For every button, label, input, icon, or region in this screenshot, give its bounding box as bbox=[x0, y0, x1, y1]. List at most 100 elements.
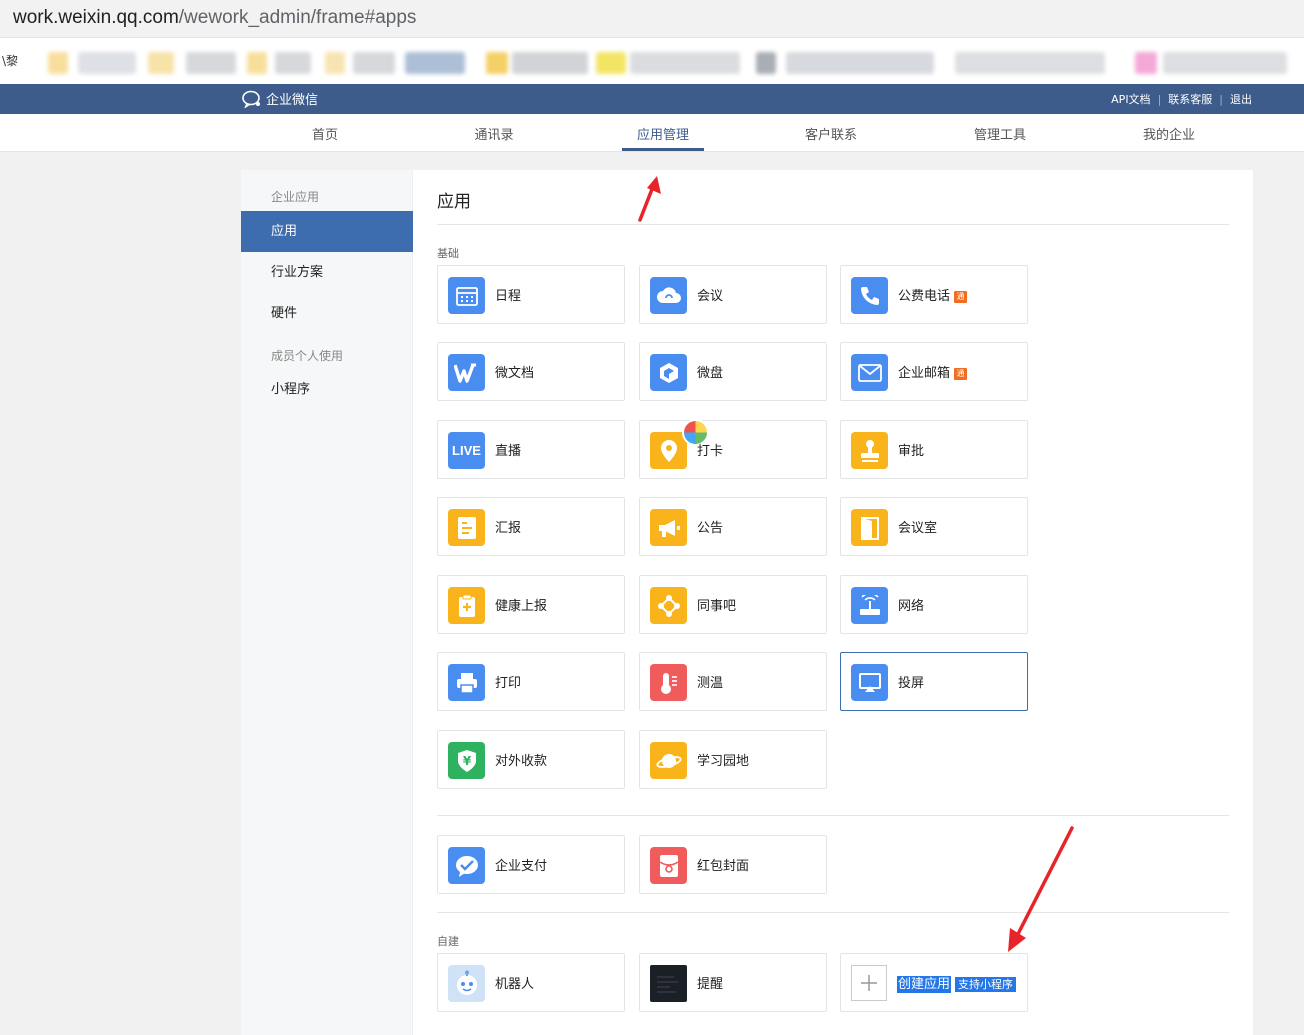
app-card-mail[interactable]: 企业邮箱通 bbox=[840, 342, 1028, 401]
nodes-icon bbox=[650, 587, 687, 624]
app-card-phone[interactable]: 公费电话通 bbox=[840, 265, 1028, 324]
bookmark-blurred[interactable] bbox=[405, 52, 465, 74]
printer-icon bbox=[448, 664, 485, 701]
calendar-icon bbox=[448, 277, 485, 314]
main-nav: 首页 通讯录 应用管理 客户联系 管理工具 我的企业 bbox=[0, 114, 1304, 152]
app-card-reminder[interactable]: 提醒 bbox=[639, 953, 827, 1012]
app-card-checkin[interactable]: 打卡 bbox=[639, 419, 827, 479]
bookmark-blurred[interactable] bbox=[48, 52, 68, 74]
app-card-announcement[interactable]: 公告 bbox=[639, 497, 827, 556]
bookmark-blurred[interactable] bbox=[630, 52, 740, 74]
app-label: 公告 bbox=[697, 521, 724, 536]
wecom-logo-icon bbox=[242, 90, 260, 108]
yuan-shield-icon: ¥ bbox=[448, 742, 485, 779]
bookmark-blurred[interactable] bbox=[148, 52, 174, 74]
app-card-robot[interactable]: 机器人 bbox=[437, 953, 625, 1012]
nav-contacts[interactable]: 通讯录 bbox=[444, 124, 544, 143]
app-label: 健康上报 bbox=[495, 599, 548, 614]
app-label: 企业支付 bbox=[495, 859, 548, 874]
browser-address-bar[interactable]: work.weixin.qq.com/wework_admin/frame#ap… bbox=[0, 0, 1304, 38]
sidebar-item-industry-solutions[interactable]: 行业方案 bbox=[241, 252, 413, 293]
bookmark-blurred[interactable] bbox=[486, 52, 508, 74]
app-card-meeting[interactable]: 会议 bbox=[639, 265, 827, 324]
app-card-external-payment[interactable]: ¥ 对外收款 bbox=[437, 730, 625, 789]
bookmark-blurred[interactable] bbox=[955, 52, 1105, 74]
create-app-label: 创建应用 支持小程序 bbox=[897, 973, 1017, 993]
bookmark-blurred[interactable] bbox=[596, 52, 626, 74]
app-card-approval[interactable]: 审批 bbox=[840, 420, 1028, 479]
router-icon bbox=[851, 587, 888, 624]
top-header: 企业微信 API文档 | 联系客服 | 退出 bbox=[0, 84, 1304, 114]
sidebar-item-hardware[interactable]: 硬件 bbox=[241, 293, 413, 334]
sidebar-item-mini-programs[interactable]: 小程序 bbox=[241, 369, 413, 410]
bookmark-blurred[interactable] bbox=[186, 52, 236, 74]
app-label: 测温 bbox=[697, 676, 724, 691]
pay-bubble-icon bbox=[448, 847, 485, 884]
app-card-health-report[interactable]: 健康上报 bbox=[437, 575, 625, 634]
bookmark-blurred[interactable] bbox=[756, 52, 776, 74]
app-card-report[interactable]: 汇报 bbox=[437, 497, 625, 556]
bookmark-blurred[interactable] bbox=[325, 52, 345, 74]
app-card-red-envelope-cover[interactable]: 企业支付 红包封面 bbox=[639, 835, 827, 894]
bookmark-first[interactable]: \黎 bbox=[2, 52, 18, 69]
header-links: API文档 | 联系客服 | 退出 bbox=[1111, 91, 1252, 107]
wecom-logo[interactable]: 企业微信 bbox=[241, 89, 318, 108]
create-app-button[interactable]: 创建应用 支持小程序 bbox=[840, 953, 1028, 1012]
nav-customer-contact[interactable]: 客户联系 bbox=[781, 124, 881, 143]
nav-home[interactable]: 首页 bbox=[275, 124, 375, 143]
app-label: 汇报 bbox=[495, 521, 522, 536]
nav-management-tools[interactable]: 管理工具 bbox=[950, 124, 1050, 143]
megaphone-icon bbox=[650, 509, 687, 546]
contact-support-link[interactable]: 联系客服 bbox=[1168, 91, 1212, 107]
app-card-temperature[interactable]: 测温 bbox=[639, 652, 827, 711]
sidebar-section-enterprise-apps: 企业应用 bbox=[271, 190, 320, 204]
logo-text: 企业微信 bbox=[266, 93, 319, 108]
app-label: 公费电话通 bbox=[898, 285, 968, 304]
section-divider bbox=[437, 912, 1229, 913]
nav-active-indicator bbox=[622, 148, 704, 151]
planet-icon bbox=[650, 742, 687, 779]
url-text[interactable]: work.weixin.qq.com/wework_admin/frame#ap… bbox=[13, 7, 416, 29]
clipboard-plus-icon bbox=[448, 587, 485, 624]
app-card-network[interactable]: 网络 bbox=[840, 575, 1028, 634]
content-panel: 企业应用 应用 行业方案 硬件 成员个人使用 小程序 应用 基础 日程 会议 公… bbox=[241, 170, 1253, 1035]
nav-my-company[interactable]: 我的企业 bbox=[1119, 124, 1219, 143]
app-card-wedoc[interactable]: 微文档 bbox=[437, 342, 625, 401]
bookmark-blurred[interactable] bbox=[275, 52, 311, 74]
divider: | bbox=[1157, 92, 1162, 106]
app-card-enterprise-pay[interactable]: 企业支付 bbox=[437, 835, 625, 894]
app-label: 会议室 bbox=[898, 521, 938, 536]
app-card-meeting-room[interactable]: 会议室 bbox=[840, 497, 1028, 556]
bookmark-blurred[interactable] bbox=[78, 52, 136, 74]
bookmark-blurred[interactable] bbox=[353, 52, 395, 74]
thermometer-icon bbox=[650, 664, 687, 701]
sidebar-item-apps[interactable]: 应用 bbox=[241, 211, 413, 252]
nav-app-management[interactable]: 应用管理 bbox=[613, 124, 713, 143]
app-label: 红包封面 bbox=[697, 859, 750, 874]
svg-text:¥: ¥ bbox=[462, 754, 471, 768]
bookmark-blurred[interactable] bbox=[512, 52, 588, 74]
app-label: 打卡 bbox=[697, 444, 724, 459]
bookmark-blurred[interactable] bbox=[786, 52, 934, 74]
app-card-learning[interactable]: 学习园地 bbox=[639, 730, 827, 789]
tong-tag: 通 bbox=[954, 291, 968, 303]
bookmark-blurred[interactable] bbox=[247, 52, 267, 74]
app-card-screen-cast[interactable]: 投屏 bbox=[840, 652, 1028, 711]
bookmark-blurred[interactable] bbox=[1135, 52, 1157, 74]
logout-link[interactable]: 退出 bbox=[1230, 91, 1252, 107]
api-docs-link[interactable]: API文档 bbox=[1111, 91, 1150, 107]
app-card-live[interactable]: LIVE 直播 bbox=[437, 420, 625, 479]
app-card-colleague-bar[interactable]: 同事吧 bbox=[639, 575, 827, 634]
live-icon: LIVE bbox=[448, 432, 485, 469]
app-label-text: 企业邮箱 bbox=[898, 366, 951, 381]
stamp-icon bbox=[851, 432, 888, 469]
url-path: /wework_admin/frame#apps bbox=[178, 7, 417, 28]
cube-drive-icon bbox=[650, 354, 687, 391]
app-label: 学习园地 bbox=[697, 754, 750, 769]
annotation-arrow-up-icon bbox=[638, 176, 661, 222]
door-icon bbox=[851, 509, 888, 546]
bookmark-blurred[interactable] bbox=[1163, 52, 1287, 74]
app-card-print[interactable]: 打印 bbox=[437, 652, 625, 711]
app-card-calendar[interactable]: 日程 bbox=[437, 265, 625, 324]
app-card-wedrive[interactable]: 微盘 bbox=[639, 342, 827, 401]
